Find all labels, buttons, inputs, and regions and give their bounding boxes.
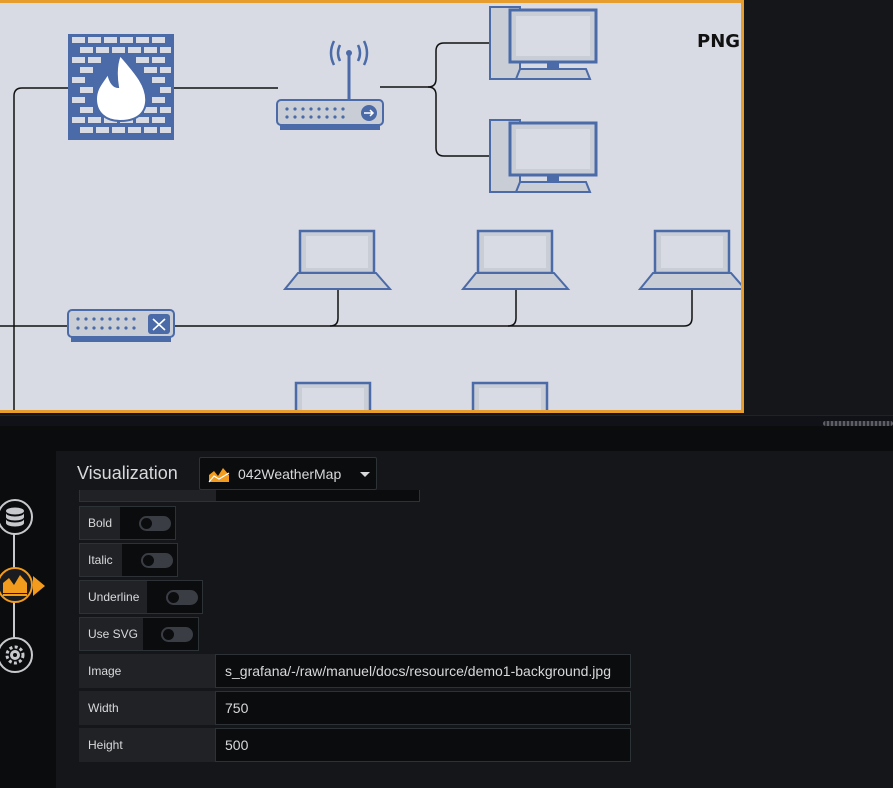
width-input[interactable] (215, 691, 631, 725)
weathermap-canvas[interactable]: PNG (0, 0, 744, 413)
width-label: Width (79, 691, 215, 725)
image-format-badge: PNG (697, 31, 741, 52)
link-switch-laptop2 (330, 289, 517, 327)
italic-label: Italic (80, 544, 122, 576)
height-label: Height (79, 728, 215, 762)
image-field-row: Image (79, 654, 631, 688)
image-url-input[interactable] (215, 654, 631, 688)
database-icon[interactable] (0, 499, 33, 535)
splitter-handle[interactable] (823, 421, 893, 426)
bold-toggle-row: Bold (79, 506, 176, 540)
network-diagram (0, 6, 741, 410)
firewall-icon (68, 34, 174, 140)
link-left-vertical (13, 87, 70, 410)
desktop-computer-icon (489, 119, 598, 193)
visualization-picker[interactable]: 042WeatherMap (199, 457, 377, 490)
italic-toggle[interactable] (141, 553, 173, 568)
switch-icon (67, 309, 175, 342)
underline-toggle-row: Underline (79, 580, 203, 614)
link-switch-laptop1 (173, 289, 339, 327)
underline-toggle[interactable] (166, 590, 198, 605)
visualization-icon[interactable] (0, 567, 33, 603)
image-label: Image (79, 654, 215, 688)
weathermap-plugin-icon (208, 468, 230, 483)
panel-preview: PNG (0, 0, 893, 415)
active-step-arrow (33, 576, 45, 596)
visualization-picker-value: 042WeatherMap (238, 466, 342, 482)
laptop-icon (637, 229, 741, 290)
pane-splitter[interactable] (0, 415, 893, 426)
link-switch-laptop3 (508, 289, 693, 327)
laptop-icon (294, 381, 372, 410)
desktop-computer-icon (489, 6, 598, 80)
width-field-row: Width (79, 691, 631, 725)
laptop-icon (471, 381, 549, 410)
option-label (80, 490, 216, 501)
link-router-pc2 (427, 86, 495, 157)
laptop-icon (460, 229, 571, 290)
bold-label: Bold (80, 507, 120, 539)
laptop-icon (282, 229, 393, 290)
chevron-down-icon (360, 472, 370, 477)
use-svg-toggle[interactable] (161, 627, 193, 642)
gear-icon[interactable] (0, 637, 33, 673)
cut-off-option-row (79, 490, 420, 502)
italic-toggle-row: Italic (79, 543, 178, 577)
height-input[interactable] (215, 728, 631, 762)
height-field-row: Height (79, 728, 631, 762)
router-icon (276, 40, 384, 130)
use-svg-toggle-row: Use SVG (79, 617, 199, 651)
link-router-pc1 (380, 42, 495, 88)
bold-toggle[interactable] (139, 516, 171, 531)
use-svg-label: Use SVG (80, 618, 143, 650)
section-title: Visualization (77, 463, 178, 483)
underline-label: Underline (80, 581, 147, 613)
